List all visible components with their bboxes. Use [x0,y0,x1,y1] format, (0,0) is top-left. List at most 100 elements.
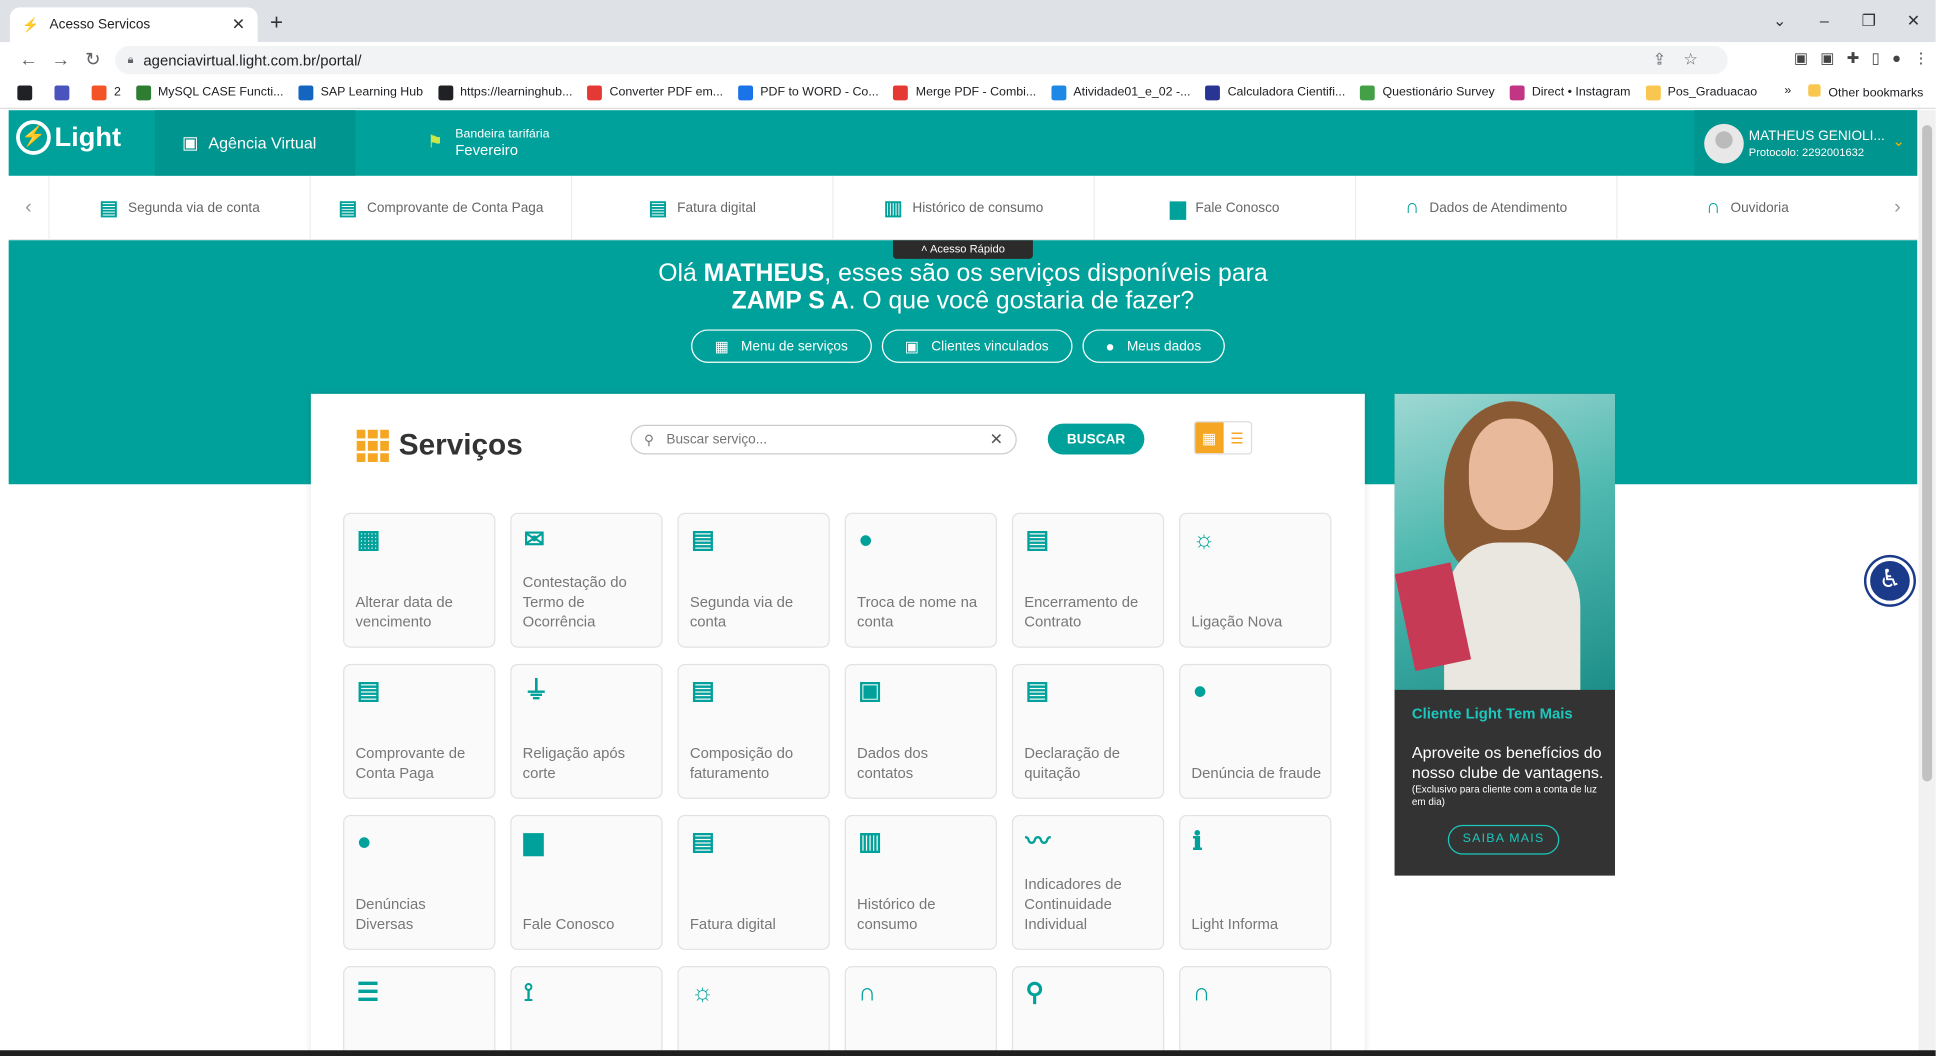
service-tile[interactable]: ▣ Dados dos contatos [844,663,997,799]
new-tab-icon[interactable]: + [270,10,283,36]
chevron-right-icon[interactable]: › [1878,176,1918,239]
bookmark-icon [91,84,107,100]
service-tile[interactable]: ☼ [677,966,830,1056]
chevron-left-icon[interactable]: ‹ [9,176,49,239]
user-menu[interactable]: MATHEUS GENIOLI... Protocolo: 2292001632… [1694,110,1918,176]
user-icon: ● [1105,337,1115,355]
tab-search-icon[interactable]: ⌄ [1757,0,1802,42]
quick-item[interactable]: ∩ Dados de Atendimento [1354,175,1616,240]
quick-item[interactable]: ▆ Fale Conosco [1093,175,1355,240]
quick-item-label: Fale Conosco [1195,200,1280,215]
service-tile[interactable]: ⟟ [510,966,663,1056]
bookmark-item[interactable] [17,84,39,100]
quick-item-label: Ouvidoria [1730,200,1789,215]
service-tile[interactable]: ☼ Ligação Nova [1179,512,1332,648]
quick-item[interactable]: ∩ Ouvidoria [1616,175,1877,240]
extensions-area: ▣ ▣ ✚ ▯ ● ⋮ [1794,50,1929,67]
service-tile[interactable]: ✉ Contestação do Termo de Ocorrência [510,512,663,648]
chevron-down-icon[interactable]: ⌄ [1892,133,1904,150]
close-window-icon[interactable]: ✕ [1891,0,1936,42]
agencia-virtual-link[interactable]: ▣ Agência Virtual [154,110,356,176]
bookmark-item[interactable]: SAP Learning Hub [298,84,423,100]
service-tile[interactable]: ▤ Declaração de quitação [1011,663,1165,799]
bookmark-item[interactable]: 2 [91,84,121,100]
bookmark-item[interactable]: Pos_Graduacao [1645,84,1757,100]
scrollbar-thumb[interactable] [1922,125,1933,782]
quick-item[interactable]: ▥ Histórico de consumo [832,175,1093,240]
url-field[interactable]: 🔒︎ agenciavirtual.light.com.br/portal/ ⇪… [115,45,1728,75]
service-tile[interactable]: ▤ Encerramento de Contrato [1011,512,1165,648]
reload-icon[interactable]: ↻ [77,48,109,71]
scrollbar[interactable] [1918,110,1936,1056]
service-tile[interactable]: ∩ [844,966,997,1056]
bookmark-item[interactable]: Atividade01_e_02 -... [1051,84,1190,100]
search-input[interactable] [666,432,990,448]
quick-item[interactable]: ▤ Fatura digital [570,175,832,240]
service-tile[interactable]: ℹ Light Informa [1179,814,1332,950]
service-tile-label: Ligação Nova [1191,613,1283,631]
quick-item[interactable]: ▤ Comprovante de Conta Paga [309,175,571,240]
meus-dados-button[interactable]: ● Meus dados [1082,329,1225,363]
clientes-vinculados-button[interactable]: ▣ Clientes vinculados [881,329,1073,363]
service-tile[interactable]: ● Denúncias Diversas [343,814,496,950]
saiba-mais-button[interactable]: SAIBA MAIS [1447,824,1560,855]
more-bookmarks-icon[interactable]: » [1784,84,1791,100]
greeting-pre: Olá [658,260,704,288]
service-tile[interactable]: ⏚ Religação após corte [510,663,663,799]
service-tile-label: Denúncias Diversas [355,895,426,933]
service-tile-label: Composição do faturamento [689,744,794,782]
service-tile[interactable]: ▆ Fale Conosco [510,814,663,950]
bookmark-item[interactable]: PDF to WORD - Co... [737,84,879,100]
grid-view-icon[interactable]: ▦ [1195,422,1224,454]
bulb-icon: ☼ [1192,526,1216,554]
bookmark-icon [54,84,70,100]
bookmark-item[interactable]: Direct • Instagram [1509,84,1630,100]
url-text: agenciavirtual.light.com.br/portal/ [143,51,362,69]
bookmark-item[interactable]: Converter PDF em... [587,84,723,100]
bookmark-item[interactable]: https://learninghub... [437,84,572,100]
user-protocol: Protocolo: 2292001632 [1748,145,1865,158]
service-tile[interactable]: 〰 Indicadores de Continuidade Individual [1011,814,1165,950]
share-star-icons[interactable]: ⇪☆ [1653,50,1716,70]
sidepanel-icon[interactable]: ▯ [1872,50,1880,67]
restore-icon[interactable]: ❐ [1847,0,1892,42]
service-tile[interactable]: ● Troca de nome na conta [844,512,997,648]
accessibility-icon[interactable]: ♿︎ [1866,557,1914,605]
buscar-button[interactable]: BUSCAR [1047,423,1145,455]
service-tile[interactable]: ▤ Comprovante de Conta Paga [343,663,496,799]
extension-icon[interactable]: ▣ [1794,50,1808,67]
light-logo[interactable]: ⚡ Light [16,120,121,155]
close-tab-icon[interactable]: ✕ [232,15,246,35]
forward-icon[interactable]: → [45,49,77,70]
extension-icon[interactable]: ▣ [1820,50,1834,67]
bookmark-item[interactable]: Calculadora Cientifi... [1205,84,1345,100]
service-tile[interactable]: ▤ Composição do faturamento [677,663,830,799]
service-tile[interactable]: ∩ [1179,966,1332,1056]
list-view-icon[interactable]: ☰ [1223,422,1251,453]
profile-avatar[interactable]: ● [1892,50,1901,67]
bookmark-item[interactable]: Questionário Survey [1360,84,1495,100]
browser-tab[interactable]: ⚡ Acesso Servicos ✕ [9,7,258,43]
service-tile-label: Comprovante de Conta Paga [355,744,466,782]
puzzle-icon[interactable]: ✚ [1847,50,1859,67]
bookmark-item[interactable] [54,84,76,100]
back-icon[interactable]: ← [12,49,44,70]
service-tile[interactable]: ▤ Fatura digital [677,814,830,950]
quick-item[interactable]: ▤ Segunda via de conta [48,175,309,240]
service-tile[interactable]: ▦ Alterar data de vencimento [343,512,496,648]
acesso-rapido-toggle[interactable]: ˄ Acesso Rápido [892,240,1033,259]
service-tile[interactable]: ▥ Histórico de consumo [844,814,997,950]
minimize-icon[interactable]: – [1802,0,1847,42]
services-heading: Serviços [356,429,523,464]
service-tile[interactable]: ● Denúncia de fraude [1179,663,1332,799]
bookmark-item[interactable]: Merge PDF - Combi... [893,84,1036,100]
search-doc-icon: ▤ [691,677,715,705]
service-tile[interactable]: ⚲ [1011,966,1165,1056]
clear-icon[interactable]: ✕ [990,430,1004,450]
menu-kebab-icon[interactable]: ⋮ [1913,50,1928,67]
bookmark-item[interactable]: MySQL CASE Functi... [135,84,283,100]
menu-servicos-button[interactable]: ▦ Menu de serviços [691,329,872,363]
other-bookmarks[interactable]: Other bookmarks [1808,84,1923,100]
service-tile[interactable]: ☰ [343,966,496,1056]
service-tile[interactable]: ▤ Segunda via de conta [677,512,830,648]
